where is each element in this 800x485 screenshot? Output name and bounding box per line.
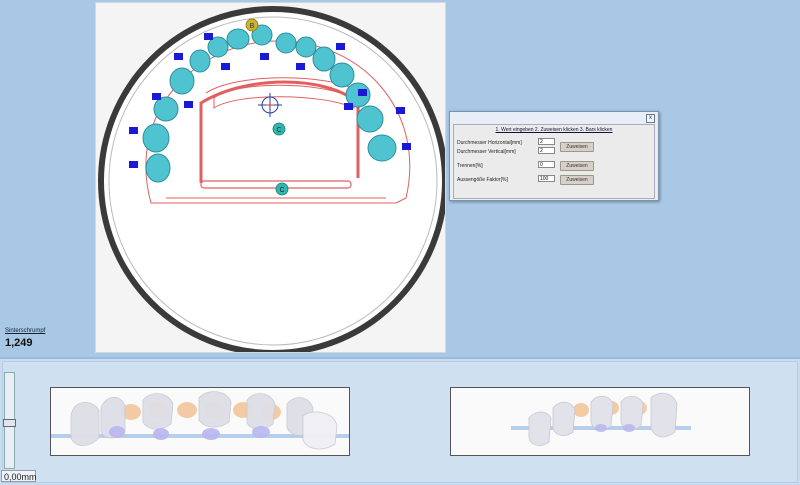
front-preview[interactable] bbox=[50, 387, 350, 456]
diameter-v-label: Durchmesser Vertical[mm] bbox=[457, 149, 516, 155]
side-preview[interactable] bbox=[450, 387, 750, 456]
dialog-instructions: 1. Wert eingeben 2. Zuweisen klicken 3. … bbox=[495, 127, 613, 133]
c-marker-bar-label: C bbox=[279, 187, 284, 194]
arch-viewport[interactable]: B C C bbox=[95, 2, 446, 353]
height-value-field[interactable]: 0,00mm bbox=[1, 470, 37, 482]
height-slider-handle[interactable] bbox=[3, 419, 16, 427]
diameter-h-label: Durchmesser Horizontal[mm] bbox=[457, 140, 522, 146]
shrinkage-value: 1,249 bbox=[5, 337, 33, 349]
side-preview-scene bbox=[511, 392, 691, 446]
shrinkage-label: Sinterschrumpf bbox=[5, 328, 46, 334]
assign-scale-button[interactable]: Zuweisen bbox=[560, 175, 594, 185]
separator-label: Trennen[%] bbox=[457, 163, 483, 169]
dialog-body: 1. Wert eingeben 2. Zuweisen klicken 3. … bbox=[453, 124, 655, 199]
bar-settings-dialog: x 1. Wert eingeben 2. Zuweisen klicken 3… bbox=[449, 111, 659, 201]
scale-label: Aussengöße Faktor[%] bbox=[457, 177, 508, 183]
assign-diameter-button[interactable]: Zuweisen bbox=[560, 142, 594, 152]
front-preview-scene bbox=[51, 391, 349, 450]
arch-scene: B C C bbox=[98, 6, 445, 352]
scale-input[interactable]: 100 bbox=[538, 175, 555, 182]
diameter-v-input[interactable]: 2 bbox=[538, 147, 555, 154]
c-marker-inner-label: C bbox=[276, 127, 281, 134]
b-marker-label: B bbox=[250, 23, 255, 30]
assign-separator-button[interactable]: Zuweisen bbox=[560, 161, 594, 171]
diameter-h-input[interactable]: 2 bbox=[538, 138, 555, 145]
close-icon[interactable]: x bbox=[646, 114, 655, 123]
separator-input[interactable]: 0 bbox=[538, 161, 555, 168]
